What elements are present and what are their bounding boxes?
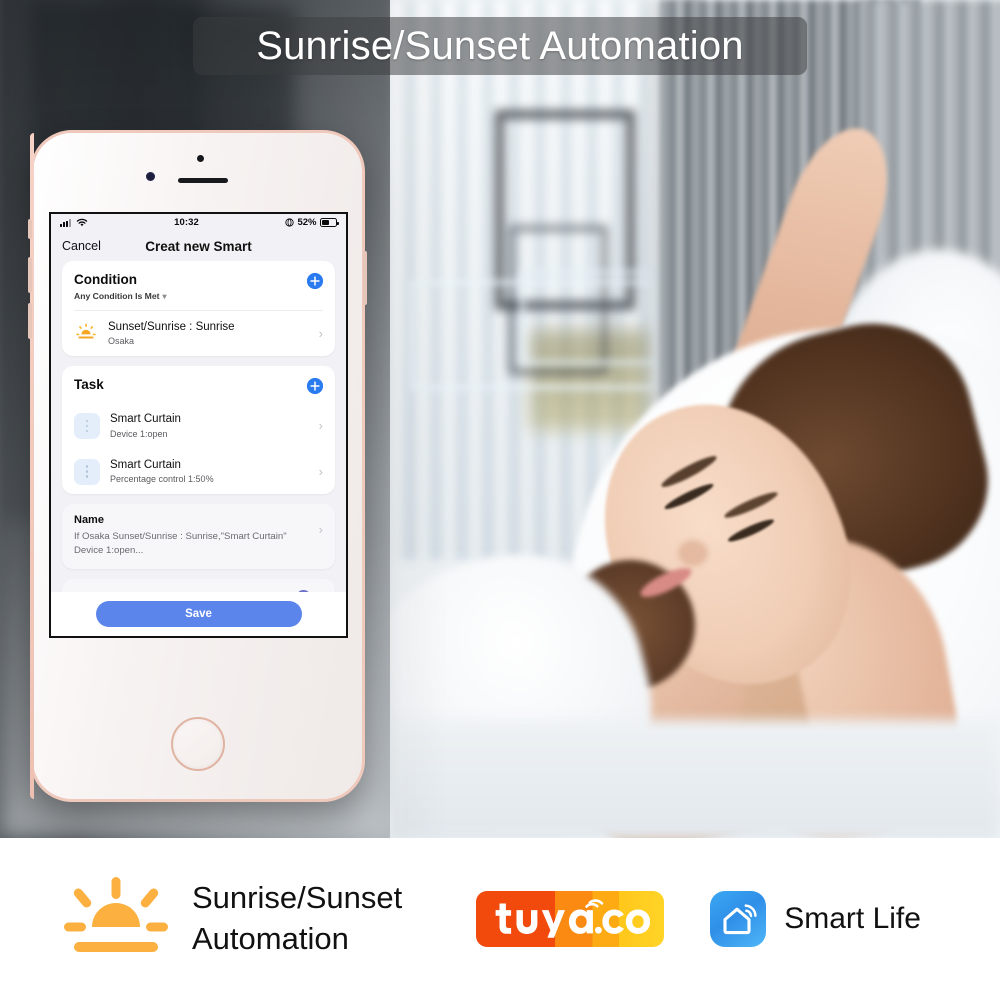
name-label: Name xyxy=(74,514,104,527)
nose xyxy=(678,540,708,566)
condition-card-header: Condition Any Condition Is Met ▾ xyxy=(62,261,335,310)
task-row-secondary: Percentage control 1:50% xyxy=(110,474,214,485)
task-card-header: Task xyxy=(62,366,335,403)
feature-line-2: Automation xyxy=(192,921,349,956)
add-task-button[interactable] xyxy=(307,378,323,395)
cellular-bars-icon xyxy=(60,219,71,227)
bedroom-right xyxy=(390,0,1000,838)
volume-up-button[interactable] xyxy=(28,257,32,293)
front-camera-icon xyxy=(146,172,155,181)
page-title: Sunrise/Sunset Automation xyxy=(256,23,744,68)
task-row-primary: Smart Curtain xyxy=(110,413,181,426)
feature-callout: Sunrise/Sunset Automation xyxy=(62,873,402,965)
save-bar: Save xyxy=(51,592,346,636)
curtain-device-icon xyxy=(74,412,100,439)
wifi-icon xyxy=(76,218,88,227)
mute-switch[interactable] xyxy=(28,219,32,239)
power-button[interactable] xyxy=(363,251,367,305)
chevron-right-icon: › xyxy=(318,522,323,538)
condition-row[interactable]: Sunset/Sunrise : Sunrise Osaka › xyxy=(62,311,335,357)
form-scroll-area[interactable]: Condition Any Condition Is Met ▾ Sunset/… xyxy=(51,261,346,617)
save-button[interactable]: Save xyxy=(95,601,302,627)
status-time: 10:32 xyxy=(174,217,199,228)
proximity-sensor-icon xyxy=(197,155,204,162)
plus-icon xyxy=(307,273,323,289)
phone-mockup: 10:32 52% Cancel Creat new Smart Conditi… xyxy=(28,130,367,802)
condition-row-secondary: Osaka xyxy=(108,335,135,346)
condition-subtitle[interactable]: Any Condition Is Met ▾ xyxy=(74,291,166,301)
location-services-icon xyxy=(285,218,294,227)
task-row[interactable]: Smart Curtain Device 1:open › xyxy=(62,403,335,449)
add-condition-button[interactable] xyxy=(307,273,323,289)
chevron-right-icon: › xyxy=(318,418,323,434)
smart-life-brand: Smart Life xyxy=(710,891,921,947)
plus-icon xyxy=(307,378,323,395)
chevron-right-icon: › xyxy=(318,325,323,341)
task-row-primary: Smart Curtain xyxy=(110,458,181,471)
battery-icon xyxy=(320,218,339,227)
condition-subtitle-text: Any Condition Is Met xyxy=(74,290,160,301)
tuya-logo xyxy=(476,891,665,947)
status-bar: 10:32 52% xyxy=(51,214,346,231)
task-card: Task Smart Curtain Device 1:open › Smart… xyxy=(62,366,335,495)
name-value: If Osaka Sunset/Sunrise : Sunrise,"Smart… xyxy=(74,531,287,557)
volume-down-button[interactable] xyxy=(28,303,32,339)
bed-sheet xyxy=(390,720,1000,838)
smart-life-label: Smart Life xyxy=(784,902,921,935)
chevron-right-icon: › xyxy=(318,464,323,480)
condition-row-primary: Sunset/Sunrise : Sunrise xyxy=(108,320,235,333)
task-row-secondary: Device 1:open xyxy=(110,428,168,439)
phone-screen: 10:32 52% Cancel Creat new Smart Conditi… xyxy=(49,212,348,638)
nav-bar: Cancel Creat new Smart xyxy=(51,231,346,261)
screen-title: Creat new Smart xyxy=(145,238,252,254)
chevron-down-icon: ▾ xyxy=(162,291,167,301)
condition-title: Condition xyxy=(74,272,137,287)
condition-card: Condition Any Condition Is Met ▾ Sunset/… xyxy=(62,261,335,357)
task-row[interactable]: Smart Curtain Percentage control 1:50% › xyxy=(62,449,335,495)
earpiece-speaker-icon xyxy=(178,178,228,183)
home-button[interactable] xyxy=(170,717,225,771)
curtain-device-icon xyxy=(74,458,100,485)
smart-home-wifi-icon xyxy=(710,891,767,947)
bottom-brand-bar: Sunrise/Sunset Automation Smart Life xyxy=(0,838,1000,1000)
battery-percent: 52% xyxy=(297,217,317,228)
sunrise-icon xyxy=(76,323,96,339)
sunrise-icon xyxy=(64,877,168,952)
hero-photo-scene: Sunrise/Sunset Automation 10:32 52% Canc… xyxy=(0,0,1000,838)
task-title: Task xyxy=(74,377,104,393)
house-wifi-glyph-icon xyxy=(723,904,757,935)
feature-line-1: Sunrise/Sunset xyxy=(192,880,403,916)
feature-text: Sunrise/Sunset Automation xyxy=(192,878,402,960)
name-card[interactable]: Name If Osaka Sunset/Sunrise : Sunrise,"… xyxy=(62,504,335,570)
tuya-wordmark-icon xyxy=(495,899,651,938)
hero-title-banner: Sunrise/Sunset Automation xyxy=(193,17,807,75)
